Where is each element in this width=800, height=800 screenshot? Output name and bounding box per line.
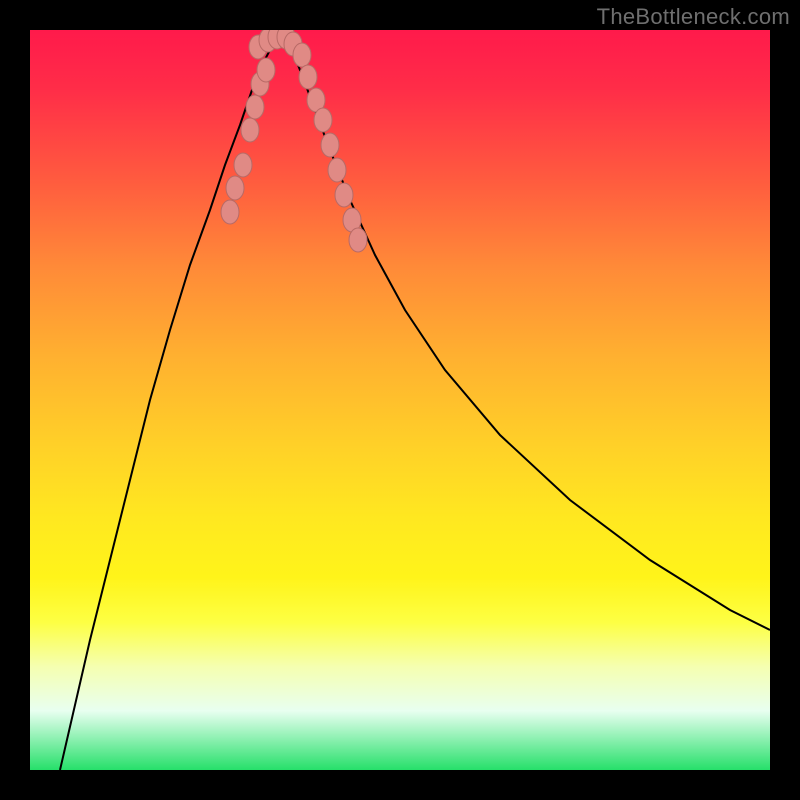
left-curve bbox=[60, 35, 285, 770]
right-dot-cluster-point bbox=[321, 133, 339, 157]
chart-frame: TheBottleneck.com bbox=[0, 0, 800, 800]
left-dot-cluster-point bbox=[241, 118, 259, 142]
dot-group bbox=[221, 30, 367, 252]
right-dot-cluster-point bbox=[299, 65, 317, 89]
right-curve bbox=[285, 35, 770, 630]
right-dot-cluster-point bbox=[335, 183, 353, 207]
watermark-text: TheBottleneck.com bbox=[597, 4, 790, 30]
chart-plot-area bbox=[30, 30, 770, 770]
right-dot-cluster-point bbox=[328, 158, 346, 182]
right-dot-cluster-point bbox=[349, 228, 367, 252]
chart-svg bbox=[30, 30, 770, 770]
bottom-dot-cluster-point bbox=[293, 43, 311, 67]
right-dot-cluster-point bbox=[314, 108, 332, 132]
left-dot-cluster-point bbox=[246, 95, 264, 119]
left-dot-cluster-point bbox=[234, 153, 252, 177]
left-dot-cluster-point bbox=[221, 200, 239, 224]
curve-group bbox=[60, 35, 770, 770]
left-dot-cluster-point bbox=[226, 176, 244, 200]
left-dot-cluster-point bbox=[257, 58, 275, 82]
